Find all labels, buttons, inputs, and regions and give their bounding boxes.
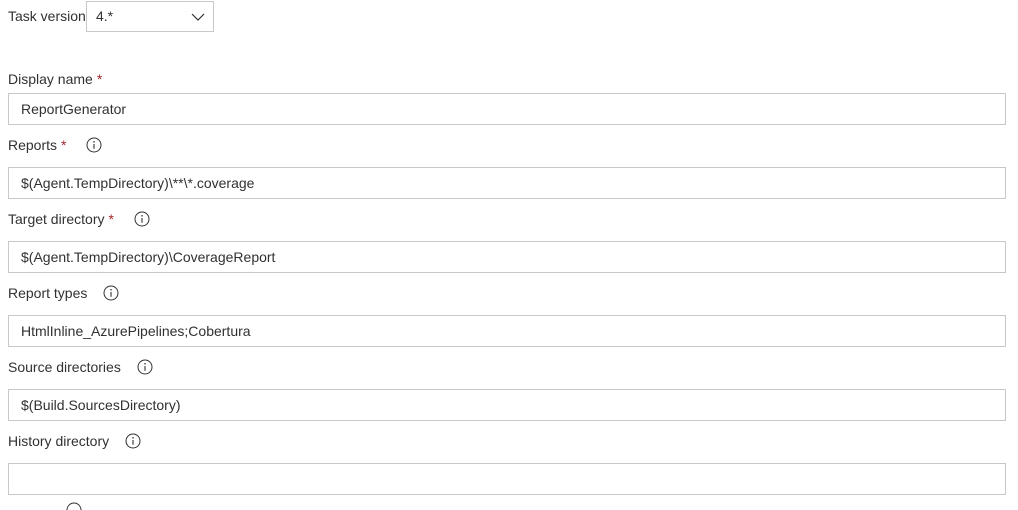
task-version-label: Task version	[8, 7, 86, 25]
target-directory-value: $(Agent.TempDirectory)\CoverageReport	[21, 249, 276, 265]
info-icon[interactable]	[125, 433, 141, 449]
required-marker: *	[61, 137, 67, 153]
reports-label-text: Reports	[8, 137, 58, 153]
report-types-label: Report types	[8, 284, 119, 302]
info-icon[interactable]	[134, 211, 150, 227]
reports-input[interactable]: $(Agent.TempDirectory)\**\*.coverage	[8, 167, 1006, 199]
display-name-input[interactable]: ReportGenerator	[8, 93, 1006, 125]
display-name-label-text: Display name	[8, 71, 93, 87]
report-types-input[interactable]: HtmlInline_AzurePipelines;Cobertura	[8, 315, 1006, 347]
source-directories-label: Source directories	[8, 358, 153, 376]
task-version-value: 4.*	[96, 8, 114, 24]
reports-label: Reports *	[8, 136, 102, 154]
required-marker: *	[108, 211, 114, 227]
target-directory-label-text: Target directory	[8, 211, 105, 227]
target-directory-input[interactable]: $(Agent.TempDirectory)\CoverageReport	[8, 241, 1006, 273]
required-marker: *	[96, 71, 103, 87]
display-name-label: Display name *	[8, 70, 102, 88]
info-icon[interactable]	[86, 137, 102, 153]
task-settings-form: Task version 4.* Display name * ReportGe…	[0, 0, 1018, 510]
source-directories-input[interactable]: $(Build.SourcesDirectory)	[8, 389, 1006, 421]
display-name-value: ReportGenerator	[21, 101, 127, 117]
report-types-label-text: Report types	[8, 285, 88, 301]
task-version-select[interactable]: 4.*	[86, 1, 214, 32]
task-version-label-text: Task version	[8, 8, 86, 24]
history-directory-label-text: History directory	[8, 433, 110, 449]
reports-value: $(Agent.TempDirectory)\**\*.coverage	[21, 175, 255, 191]
report-types-value: HtmlInline_AzurePipelines;Cobertura	[21, 323, 251, 339]
info-icon[interactable]	[137, 359, 153, 375]
source-directories-label-text: Source directories	[8, 359, 121, 375]
history-directory-label: History directory	[8, 432, 141, 450]
info-icon[interactable]	[66, 502, 82, 510]
info-icon[interactable]	[103, 285, 119, 301]
history-directory-input[interactable]	[8, 463, 1006, 495]
target-directory-label: Target directory *	[8, 210, 150, 228]
chevron-down-icon	[191, 13, 205, 21]
source-directories-value: $(Build.SourcesDirectory)	[21, 397, 181, 413]
